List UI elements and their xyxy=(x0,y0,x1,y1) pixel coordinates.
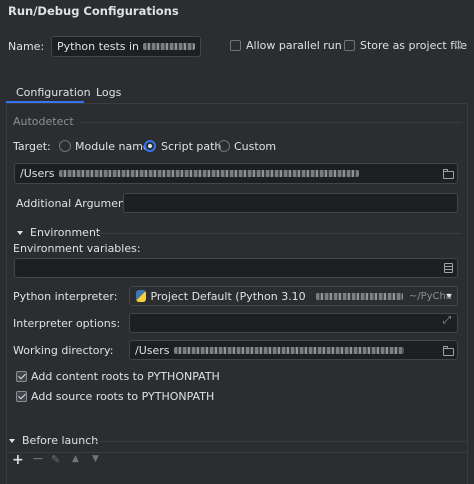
interpreter-select[interactable]: Project Default (Python 3.10 ~/PyCha xyxy=(129,286,458,306)
content-roots-checkbox[interactable] xyxy=(16,371,27,382)
env-vars-input[interactable] xyxy=(14,258,458,278)
edit-icon[interactable]: ✎ xyxy=(51,453,60,466)
working-dir-label: Working directory: xyxy=(13,344,114,357)
source-roots-checkbox[interactable] xyxy=(16,391,27,402)
redacted-text xyxy=(315,292,403,300)
before-launch-header[interactable]: Before launch xyxy=(22,434,98,447)
chevron-down-icon[interactable] xyxy=(17,231,23,235)
remove-icon[interactable]: − xyxy=(32,451,44,467)
redacted-text xyxy=(143,43,195,50)
autodetect-separator xyxy=(80,122,462,123)
additional-args-input[interactable] xyxy=(123,193,458,213)
target-custom-radio[interactable] xyxy=(218,140,230,152)
redacted-text xyxy=(173,346,404,354)
chevron-down-icon[interactable] xyxy=(9,439,15,443)
target-module-label: Module name xyxy=(75,140,150,153)
name-label: Name: xyxy=(8,40,45,53)
script-path-value: /Users xyxy=(20,167,55,180)
target-label: Target: xyxy=(13,140,51,153)
move-up-icon[interactable]: ▲ xyxy=(72,454,79,464)
window-title: Run/Debug Configurations xyxy=(8,4,179,18)
gear-icon[interactable]: ⚙ xyxy=(453,38,464,52)
target-script-radio[interactable] xyxy=(144,140,156,152)
tab-logs[interactable]: Logs xyxy=(96,86,121,99)
expand-icon[interactable]: ⤢ xyxy=(443,315,451,326)
script-path-input[interactable]: /Users xyxy=(14,163,458,184)
additional-args-label: Additional Arguments xyxy=(16,197,136,210)
environment-separator xyxy=(96,233,462,234)
tab-configuration[interactable]: Configuration xyxy=(16,86,91,99)
python-logo-icon xyxy=(136,290,147,302)
redacted-text xyxy=(58,170,359,177)
content-roots-label: Add content roots to PYTHONPATH xyxy=(31,370,220,383)
env-vars-label: Environment variables: xyxy=(13,242,141,255)
working-dir-input[interactable]: /Users xyxy=(129,340,458,360)
target-module-radio[interactable] xyxy=(59,140,71,152)
name-input-value: Python tests in xyxy=(57,40,140,53)
list-icon[interactable] xyxy=(444,263,453,273)
folder-icon[interactable] xyxy=(443,346,454,356)
environment-header[interactable]: Environment xyxy=(30,226,100,239)
working-dir-value: /Users xyxy=(135,343,170,357)
allow-parallel-label: Allow parallel run xyxy=(246,39,342,52)
allow-parallel-checkbox[interactable] xyxy=(230,40,241,51)
interpreter-label: Python interpreter: xyxy=(13,290,118,303)
interpreter-value: Project Default (Python 3.10 xyxy=(150,289,306,303)
add-icon[interactable]: + xyxy=(12,452,24,468)
target-script-label: Script path xyxy=(161,140,222,153)
interpreter-options-input[interactable] xyxy=(129,313,458,333)
before-launch-separator xyxy=(93,441,468,442)
store-project-checkbox[interactable] xyxy=(344,40,355,51)
move-down-icon[interactable]: ▼ xyxy=(92,454,99,464)
autodetect-header: Autodetect xyxy=(13,115,74,128)
target-custom-label: Custom xyxy=(234,140,277,153)
store-project-label: Store as project file xyxy=(360,39,467,52)
name-input[interactable]: Python tests in xyxy=(51,36,201,57)
folder-icon[interactable] xyxy=(443,169,454,179)
interpreter-options-label: Interpreter options: xyxy=(13,317,121,330)
source-roots-label: Add source roots to PYTHONPATH xyxy=(31,390,215,403)
chevron-down-icon[interactable] xyxy=(446,294,452,298)
